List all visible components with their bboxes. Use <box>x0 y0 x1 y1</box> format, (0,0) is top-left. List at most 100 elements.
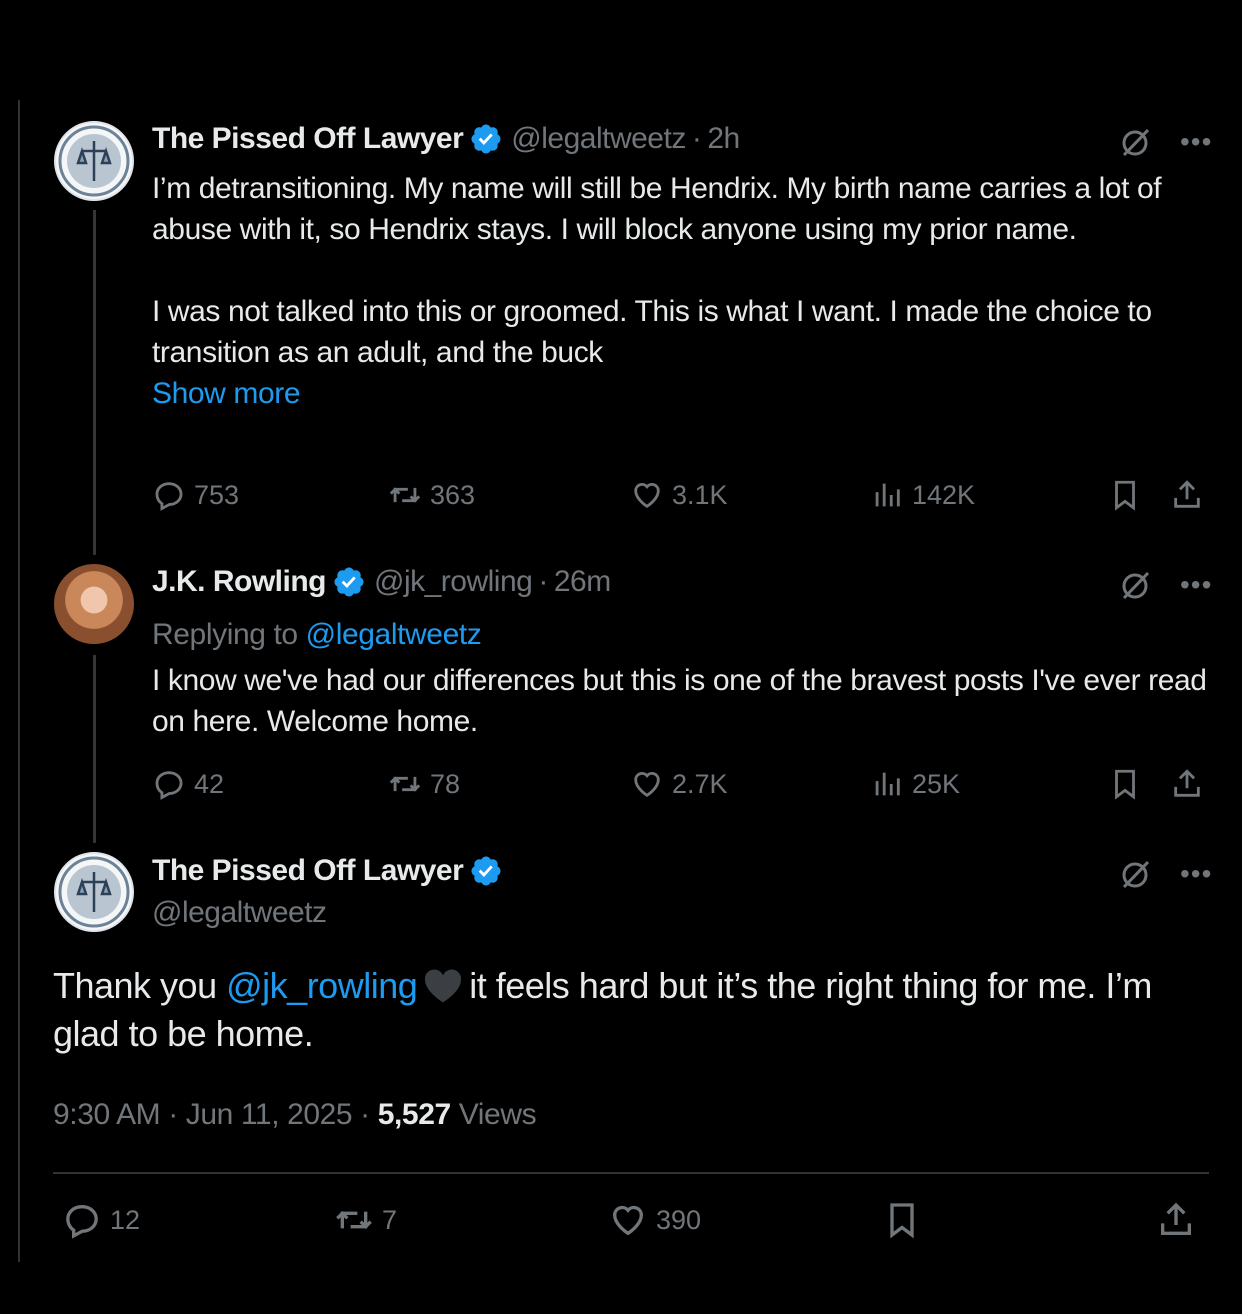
verified-badge-icon <box>471 124 501 154</box>
reply-icon <box>155 771 183 800</box>
time[interactable]: 9:30 AM <box>53 1098 161 1131</box>
tweet-text: it feels hard but it’s the right thing f… <box>53 965 1152 1054</box>
tweet-header: @legaltweetz <box>152 896 327 930</box>
tweet-header: J.K. Rowling @jk_rowling · 26m <box>152 565 611 599</box>
replying-to: Replying to @legaltweetz <box>152 614 1212 655</box>
heart-icon <box>612 1205 644 1236</box>
tweet-header: The Pissed Off Lawyer <box>152 854 511 888</box>
reply-icon <box>66 1204 98 1239</box>
repost-count: 78 <box>430 768 461 799</box>
timestamp[interactable]: 2h <box>707 122 740 156</box>
tweet-paragraph: I was not talked into this or groomed. T… <box>152 295 1152 369</box>
separator: · <box>360 1098 370 1131</box>
more-options-icon[interactable]: ••• <box>1180 569 1212 601</box>
reply-button[interactable]: 12 <box>62 1200 140 1240</box>
repost-button[interactable]: 78 <box>388 767 460 801</box>
tweet-timestamp: 9:30 AM · Jun 11, 2025 · 5,527 Views <box>53 1098 537 1132</box>
tweet-actions: 42 78 2.7K 25K <box>152 767 1212 807</box>
tweet-top-icons: ••• <box>1118 856 1212 892</box>
share-icon <box>1174 769 1200 797</box>
reply-button[interactable]: 753 <box>152 478 239 512</box>
like-button[interactable]: 2.7K <box>630 767 728 801</box>
heart-icon <box>634 772 660 798</box>
more-options-icon[interactable]: ••• <box>1180 858 1212 890</box>
repost-icon <box>336 1210 372 1230</box>
views-button[interactable]: 142K <box>870 478 975 512</box>
grok-icon[interactable] <box>1118 856 1154 892</box>
verified-badge-icon <box>471 856 501 886</box>
main-tweet-text: Thank you @jk_rowling it feels hard but i… <box>53 962 1223 1058</box>
tweet-actions: 753 363 3.1K 142K <box>152 478 1212 518</box>
reply-button[interactable]: 42 <box>152 767 224 801</box>
separator: · <box>691 122 702 155</box>
separator: · <box>538 565 548 598</box>
grok-icon[interactable] <box>1118 567 1154 603</box>
repost-count: 7 <box>382 1204 398 1235</box>
like-count: 3.1K <box>672 479 728 510</box>
like-count: 2.7K <box>672 768 728 799</box>
view-count: 25K <box>912 768 961 799</box>
share-button[interactable] <box>1170 767 1204 806</box>
repost-count: 363 <box>430 479 476 510</box>
replying-to-label: Replying to <box>152 618 298 651</box>
repost-button[interactable]: 363 <box>388 478 475 512</box>
views-chart-icon <box>875 483 900 507</box>
grok-icon[interactable] <box>1118 124 1154 160</box>
views-chart-icon <box>875 772 900 796</box>
tweet-body: I’m detransitioning. My name will still … <box>152 168 1212 414</box>
separator: · <box>168 1098 178 1131</box>
black-heart-icon <box>425 969 462 1003</box>
author-name[interactable]: The Pissed Off Lawyer <box>152 122 464 156</box>
mention-link[interactable]: @jk_rowling <box>226 965 418 1006</box>
bookmark-icon <box>1115 769 1135 800</box>
bookmark-button[interactable] <box>1108 478 1142 517</box>
show-more-link[interactable]: Show more <box>152 373 1212 414</box>
tweet-header: The Pissed Off Lawyer @legaltweetz · 2h <box>152 122 740 156</box>
timestamp[interactable]: 26m <box>554 565 611 599</box>
bookmark-button[interactable] <box>1108 767 1142 806</box>
like-button[interactable]: 3.1K <box>630 478 728 512</box>
date[interactable]: Jun 11, 2025 <box>186 1098 353 1131</box>
repost-button[interactable]: 7 <box>334 1200 397 1240</box>
tweet-paragraph: I know we've had our differences but thi… <box>152 664 1207 738</box>
share-button[interactable] <box>1156 1200 1196 1245</box>
more-options-icon[interactable]: ••• <box>1180 126 1212 158</box>
views-button[interactable]: 25K <box>870 767 960 801</box>
divider <box>53 1172 1209 1174</box>
author-name[interactable]: J.K. Rowling <box>152 565 327 599</box>
repost-icon <box>389 487 421 503</box>
bookmark-icon <box>1115 480 1135 511</box>
reply-count: 753 <box>194 479 240 510</box>
tweet-top-icons: ••• <box>1118 124 1212 160</box>
thread-connector <box>93 210 96 555</box>
reply-count: 12 <box>110 1204 141 1235</box>
author-handle[interactable]: @legaltweetz <box>511 122 686 156</box>
share-icon <box>1174 480 1200 508</box>
like-count: 390 <box>656 1204 702 1235</box>
author-name[interactable]: The Pissed Off Lawyer <box>152 854 464 888</box>
reply-icon <box>155 482 183 511</box>
tweet-body: Replying to @legaltweetz I know we've ha… <box>152 614 1212 742</box>
avatar[interactable] <box>54 852 134 932</box>
bookmark-button[interactable] <box>882 1200 922 1245</box>
views-label: Views <box>458 1098 537 1131</box>
main-tweet-actions: 12 7 390 <box>62 1200 1212 1240</box>
views-count: 5,527 <box>377 1098 451 1131</box>
author-handle[interactable]: @legaltweetz <box>152 896 327 930</box>
avatar[interactable] <box>54 121 134 201</box>
view-count: 142K <box>912 479 976 510</box>
share-button[interactable] <box>1170 478 1204 517</box>
share-icon <box>1161 1202 1191 1235</box>
heart-icon <box>634 483 660 509</box>
left-border <box>18 100 20 1262</box>
avatar[interactable] <box>54 564 134 644</box>
repost-icon <box>389 776 421 792</box>
verified-badge-icon <box>334 567 364 597</box>
bookmark-icon <box>890 1203 914 1239</box>
tweet-paragraph: I’m detransitioning. My name will still … <box>152 172 1162 246</box>
like-button[interactable]: 390 <box>608 1200 701 1240</box>
replying-to-handle[interactable]: @legaltweetz <box>306 618 482 651</box>
thread-connector <box>93 655 96 843</box>
author-handle[interactable]: @jk_rowling <box>374 565 533 599</box>
tweet-text: Thank you <box>53 965 217 1006</box>
